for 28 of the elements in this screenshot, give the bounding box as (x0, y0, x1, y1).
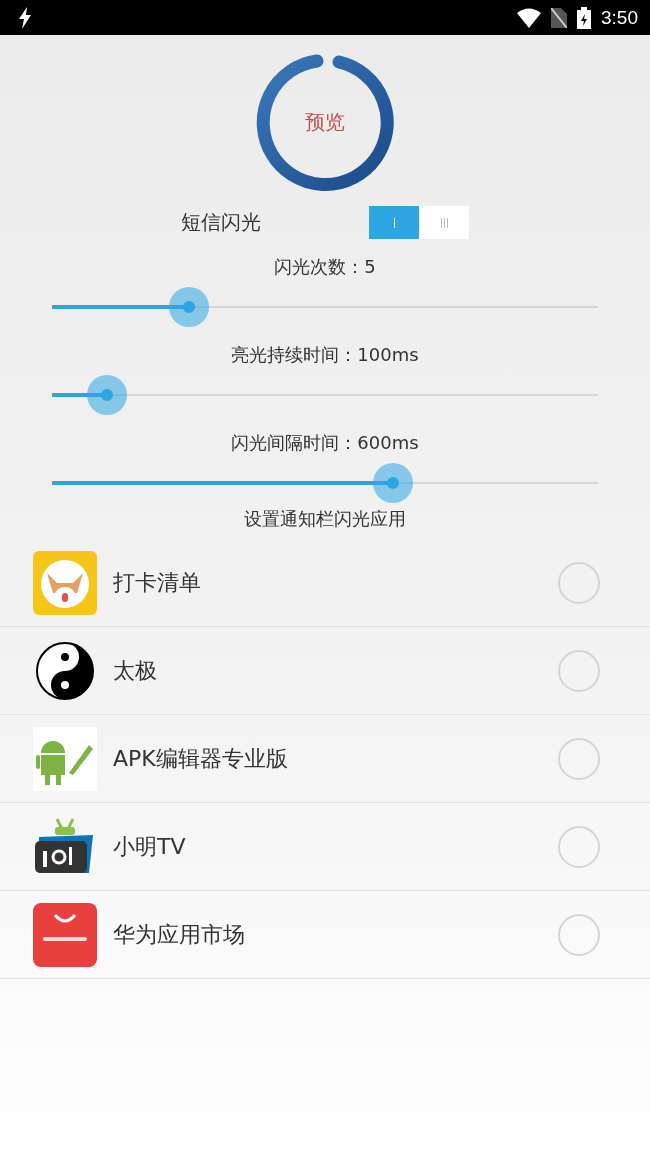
app-list-item[interactable]: 小明TV (0, 803, 650, 891)
battery-icon (577, 6, 591, 29)
app-list-item[interactable]: 太极 (0, 627, 650, 715)
radio-button[interactable] (558, 913, 600, 956)
app-list-item[interactable]: APK编辑器专业版 (0, 715, 650, 803)
preview-button[interactable]: 预览 (253, 50, 397, 194)
slider-label: 闪光次数：5 (273, 255, 377, 279)
lightning-icon (18, 6, 32, 29)
clock-time: 3:50 (601, 6, 638, 29)
toggle-switch[interactable] (369, 206, 469, 239)
app-list-item[interactable]: 华为应用市场 (0, 891, 650, 979)
radio-button[interactable] (558, 825, 600, 868)
shopping-bag-app-icon (33, 902, 97, 967)
wifi-icon (517, 7, 541, 28)
slider-thumb[interactable] (373, 463, 414, 503)
radio-button[interactable] (558, 649, 600, 692)
no-sim-icon (551, 7, 567, 28)
slider-thumb[interactable] (86, 375, 127, 415)
android-robot-icon (33, 726, 97, 791)
slider-thumb[interactable] (168, 287, 209, 327)
sms-flash-label: 短信闪光 (181, 209, 261, 236)
app-list-item[interactable]: 打卡清单 (0, 539, 650, 627)
dog-app-icon (33, 550, 97, 615)
radio-button[interactable] (558, 737, 600, 780)
section-heading: 设置通知栏闪光应用 (243, 507, 407, 531)
slider-label: 闪光间隔时间：600ms (230, 431, 420, 455)
slider-label: 亮光持续时间：100ms (230, 343, 420, 367)
radio-button[interactable] (558, 561, 600, 604)
